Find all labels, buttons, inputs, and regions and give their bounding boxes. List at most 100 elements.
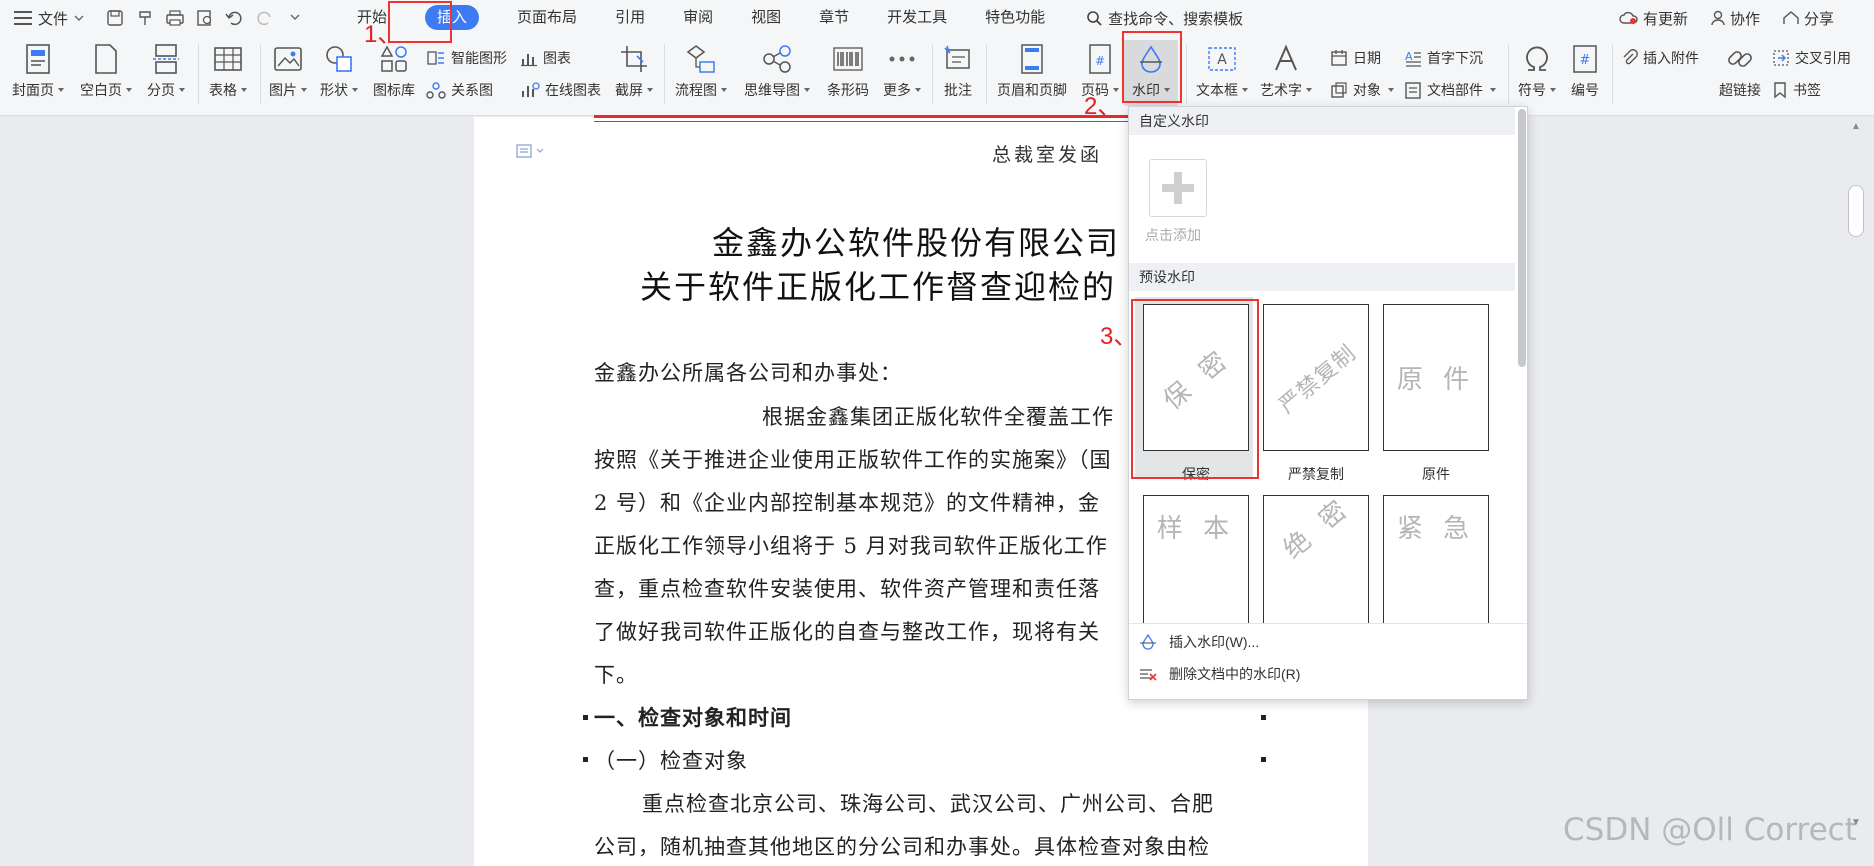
mindmap-button[interactable]: 思维导图 xyxy=(738,42,816,100)
blank-page-label: 空白页 xyxy=(80,82,122,98)
page-number-icon: # xyxy=(1083,42,1117,76)
search-icon xyxy=(1087,11,1102,26)
undo-icon[interactable] xyxy=(222,5,248,31)
collaborate-label: 协作 xyxy=(1729,10,1760,28)
icon-library-button[interactable]: 图标库 xyxy=(368,42,420,100)
tab-developer[interactable]: 开发工具 xyxy=(868,0,966,36)
delete-watermark-label: 删除文档中的水印(R) xyxy=(1169,666,1301,682)
delete-watermark-icon xyxy=(1140,669,1157,681)
section-heading: 一、检查对象和时间 xyxy=(594,706,792,730)
preset-watermark-text: 绝 密 xyxy=(1277,495,1358,566)
share-icon xyxy=(1783,11,1799,24)
print-icon[interactable] xyxy=(162,5,188,31)
scrollbar-thumb[interactable] xyxy=(1848,185,1864,237)
document-options-icon[interactable] xyxy=(516,143,544,159)
tab-view[interactable]: 视图 xyxy=(732,0,800,36)
file-menu[interactable]: 文件 xyxy=(0,8,94,29)
flowchart-button[interactable]: 流程图 xyxy=(670,42,732,100)
paragraph-marker xyxy=(583,715,588,720)
art-text-button[interactable]: 艺术字 xyxy=(1256,42,1316,100)
tab-special-features[interactable]: 特色功能 xyxy=(966,0,1064,36)
symbol-button[interactable]: 符号 xyxy=(1512,42,1562,100)
print-preview-icon[interactable] xyxy=(192,5,218,31)
tab-references[interactable]: 引用 xyxy=(596,0,664,36)
body-line: 金鑫办公所属各公司和办事处： xyxy=(594,361,902,385)
relation-chart-icon xyxy=(426,82,446,99)
page-break-button[interactable]: 分页 xyxy=(140,42,192,100)
blank-page-button[interactable]: 空白页 xyxy=(74,42,138,100)
online-chart-button[interactable]: 在线图表 xyxy=(520,80,601,100)
collaborate-button[interactable]: 协作 xyxy=(1710,8,1760,29)
shape-button[interactable]: 形状 xyxy=(314,42,364,100)
insert-watermark-action[interactable]: 插入水印(W)... xyxy=(1139,632,1259,652)
body-line: 按照《关于推进企业使用正版软件工作的实施案》（国 xyxy=(594,448,1112,472)
preset-watermark-original[interactable]: 原 件 xyxy=(1383,304,1489,451)
delete-watermark-action[interactable]: 删除文档中的水印(R) xyxy=(1139,664,1300,684)
doc-parts-button[interactable]: 文档部件 xyxy=(1404,80,1496,100)
drop-cap-button[interactable]: A 首字下沉 xyxy=(1404,48,1483,68)
dropdown-scrollbar-thumb[interactable] xyxy=(1518,109,1526,367)
tab-review[interactable]: 审阅 xyxy=(664,0,732,36)
preset-watermark-sample[interactable]: 样 本 xyxy=(1143,495,1249,642)
hyperlink-button[interactable]: 超链接 xyxy=(1712,42,1768,100)
ribbon-separator xyxy=(198,44,199,104)
relation-chart-button[interactable]: 关系图 xyxy=(426,80,493,100)
body-line: 重点检查北京公司、珠海公司、武汉公司、广州公司、合肥 xyxy=(642,792,1214,816)
object-button[interactable]: 对象 xyxy=(1330,80,1394,100)
paragraph-marker xyxy=(1261,757,1266,762)
picture-button[interactable]: 图片 xyxy=(264,42,312,100)
shape-label: 形状 xyxy=(320,82,348,98)
art-text-label: 艺术字 xyxy=(1260,82,1302,98)
preset-watermark-no-copy[interactable]: 严禁复制 xyxy=(1263,304,1369,451)
bookmark-button[interactable]: 书签 xyxy=(1772,80,1821,100)
chart-button[interactable]: 图表 xyxy=(520,48,571,68)
scroll-up-icon[interactable]: ▲ xyxy=(1851,121,1861,132)
cross-reference-button[interactable]: 交叉引用 xyxy=(1772,48,1851,68)
icon-library-label: 图标库 xyxy=(373,82,415,98)
customize-toolbar-icon[interactable] xyxy=(282,5,308,31)
document-scrollbar[interactable]: ▲ ▼ xyxy=(1846,117,1874,866)
link-icon xyxy=(1723,42,1757,76)
textbox-icon: A xyxy=(1205,42,1239,76)
date-button[interactable]: 日期 xyxy=(1330,48,1381,68)
svg-text:A: A xyxy=(1217,52,1227,68)
preset-watermark-label: 严禁复制 xyxy=(1288,466,1344,482)
smartart-button[interactable]: 智能图形 xyxy=(426,48,507,68)
table-button[interactable]: 表格 xyxy=(202,42,254,100)
cover-page-button[interactable]: 封面页 xyxy=(8,42,68,100)
textbox-button[interactable]: A 文本框 xyxy=(1192,42,1252,100)
more-button[interactable]: 更多 xyxy=(878,42,926,100)
share-button[interactable]: 分享 xyxy=(1782,8,1834,29)
paragraph-marker xyxy=(583,757,588,762)
file-menu-label: 文件 xyxy=(38,10,69,28)
tab-page-layout[interactable]: 页面布局 xyxy=(498,0,596,36)
cross-reference-icon xyxy=(1773,50,1789,66)
ribbon-separator xyxy=(260,44,261,104)
preset-watermark-urgent[interactable]: 紧 急 xyxy=(1383,495,1489,642)
drop-cap-label: 首字下沉 xyxy=(1427,50,1483,66)
comment-button[interactable]: 批注 xyxy=(936,42,980,100)
command-search[interactable]: 查找命令、搜索模板 xyxy=(1086,8,1243,29)
object-label: 对象 xyxy=(1353,82,1381,98)
dropdown-scrollbar[interactable] xyxy=(1515,107,1527,627)
insert-attachment-button[interactable]: 插入附件 xyxy=(1622,48,1699,68)
format-painter-icon[interactable] xyxy=(132,5,158,31)
table-label: 表格 xyxy=(209,82,237,98)
header-footer-button[interactable]: 页眉和页脚 xyxy=(990,42,1074,100)
add-custom-watermark-button[interactable] xyxy=(1149,159,1207,217)
command-search-label: 查找命令、搜索模板 xyxy=(1108,10,1244,28)
tab-section[interactable]: 章节 xyxy=(800,0,868,36)
share-label: 分享 xyxy=(1803,10,1834,28)
barcode-button[interactable]: 条形码 xyxy=(820,42,876,100)
step3-highlight-box xyxy=(1131,299,1259,479)
redo-icon[interactable] xyxy=(252,5,278,31)
more-icon xyxy=(885,42,919,76)
relation-chart-label: 关系图 xyxy=(451,82,493,98)
numbering-button[interactable]: # 编号 xyxy=(1564,42,1606,100)
body-line: 公司，随机抽查其他地区的分公司和办事处。具体检查对象由检 xyxy=(594,835,1210,859)
preset-watermark-top-secret[interactable]: 绝 密 xyxy=(1263,495,1369,642)
step1-label: 1、 xyxy=(364,21,402,48)
screenshot-button[interactable]: 截屏 xyxy=(610,42,658,100)
save-icon[interactable] xyxy=(102,5,128,31)
update-button[interactable]: 有更新 xyxy=(1619,8,1688,29)
